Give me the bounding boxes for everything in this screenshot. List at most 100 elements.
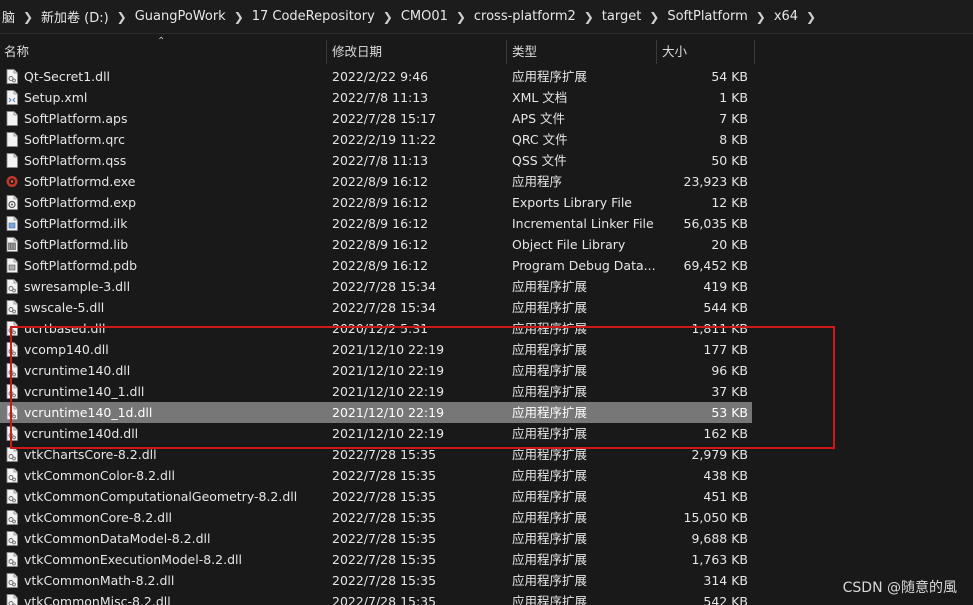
file-type: 应用程序扩展 — [512, 300, 588, 315]
dll-file-icon — [6, 342, 18, 357]
file-size: 9,688 KB — [691, 531, 748, 546]
file-row[interactable]: SoftPlatform.qss 2022/7/8 11:13 QSS 文件 50 K… — [0, 150, 973, 171]
column-header-type[interactable]: 类型 — [512, 38, 652, 66]
file-type: 应用程序扩展 — [512, 489, 588, 504]
file-row[interactable]: Qt-Secret1.dll 2022/2/22 9:46 应用程序扩展 54 KB — [0, 66, 973, 87]
file-size: 37 KB — [711, 384, 748, 399]
file-name: vcruntime140d.dll — [24, 426, 139, 441]
chevron-right-icon[interactable]: ❯ — [228, 10, 250, 24]
file-row[interactable]: SoftPlatform.qrc 2022/2/19 11:22 QRC 文件 8 K… — [0, 129, 973, 150]
breadcrumb-label: GuangPoWork — [134, 9, 226, 24]
file-row[interactable]: SoftPlatformd.exp 2022/8/9 16:12 Exports L… — [0, 192, 973, 213]
file-row[interactable]: vtkCommonComputationalGeometry-8.2.dll 20… — [0, 486, 973, 507]
chevron-right-icon[interactable]: ❯ — [750, 10, 772, 24]
file-row[interactable]: swscale-5.dll 2022/7/28 15:34 应用程序扩展 544 KB — [0, 297, 973, 318]
file-row[interactable]: vcruntime140_1.dll 2021/12/10 22:19 应用程序扩展… — [0, 381, 973, 402]
file-row[interactable]: Setup.xml 2022/7/8 11:13 XML 文档 1 KB — [0, 87, 973, 108]
file-type: Program Debug Data... — [512, 258, 656, 273]
file-row[interactable]: vtkCommonDataModel-8.2.dll 2022/7/28 15:3… — [0, 528, 973, 549]
file-row[interactable]: vtkCommonMath-8.2.dll 2022/7/28 15:35 应用程序… — [0, 570, 973, 591]
xml-file-icon — [6, 90, 18, 105]
chevron-right-icon[interactable]: ❯ — [17, 10, 39, 24]
dll-file-icon — [6, 447, 18, 462]
file-row[interactable]: vtkCommonMisc-8.2.dll 2022/7/28 15:35 应用程序… — [0, 591, 973, 605]
dll-file-icon — [6, 405, 18, 420]
file-size: 419 KB — [703, 279, 748, 294]
file-type: APS 文件 — [512, 111, 565, 126]
breadcrumb-label: 17 CodeRepository — [251, 9, 375, 24]
file-type: 应用程序扩展 — [512, 342, 588, 357]
file-row[interactable]: SoftPlatform.aps 2022/7/28 15:17 APS 文件 7 K… — [0, 108, 973, 129]
file-row[interactable]: SoftPlatformd.lib 2022/8/9 16:12 Object Fi… — [0, 234, 973, 255]
file-modified-date: 2022/7/28 15:34 — [332, 300, 437, 315]
file-type: XML 文档 — [512, 90, 568, 105]
file-row[interactable]: vcruntime140.dll 2021/12/10 22:19 应用程序扩展 96… — [0, 360, 973, 381]
file-row[interactable]: vcruntime140d.dll 2021/12/10 22:19 应用程序扩展 1… — [0, 423, 973, 444]
file-row[interactable]: vcruntime140_1d.dll 2021/12/10 22:19 应用程序扩… — [0, 402, 752, 423]
column-resize-handle[interactable] — [656, 40, 657, 64]
chevron-right-icon[interactable]: ❯ — [643, 10, 665, 24]
lib-file-icon — [6, 237, 18, 252]
column-resize-handle[interactable] — [506, 40, 507, 64]
file-size: 7 KB — [719, 111, 748, 126]
breadcrumb-item[interactable]: target — [600, 9, 644, 24]
file-row[interactable]: ucrtbased.dll 2020/12/2 5:31 应用程序扩展 1,811 K… — [0, 318, 973, 339]
file-type: 应用程序扩展 — [512, 426, 588, 441]
file-row[interactable]: swresample-3.dll 2022/7/28 15:34 应用程序扩展 419… — [0, 276, 973, 297]
breadcrumb-item[interactable]: CMO01 — [399, 9, 450, 24]
file-row[interactable]: vcomp140.dll 2021/12/10 22:19 应用程序扩展 177 KB — [0, 339, 973, 360]
file-explorer-window: 脑 ❯ 新加卷 (D:) ❯ GuangPoWork ❯ 17 CodeRepo… — [0, 0, 973, 605]
file-name: Qt-Secret1.dll — [24, 69, 111, 84]
column-resize-handle[interactable] — [326, 40, 327, 64]
file-size: 438 KB — [703, 468, 748, 483]
breadcrumb-item[interactable]: 脑 — [0, 7, 17, 26]
breadcrumb-item[interactable]: x64 — [772, 9, 800, 24]
chevron-right-icon[interactable]: ❯ — [578, 10, 600, 24]
file-type: 应用程序扩展 — [512, 531, 588, 546]
file-size: 8 KB — [719, 132, 748, 147]
file-name: vtkCommonColor-8.2.dll — [24, 468, 175, 483]
breadcrumb-label: SoftPlatform — [667, 9, 748, 24]
dll-file-icon — [6, 573, 18, 588]
column-resize-handle[interactable] — [754, 40, 755, 64]
chevron-right-icon[interactable]: ❯ — [450, 10, 472, 24]
file-type: Exports Library File — [512, 195, 633, 210]
chevron-right-icon[interactable]: ❯ — [377, 10, 399, 24]
dll-file-icon — [6, 384, 18, 399]
file-name: SoftPlatform.qss — [24, 153, 127, 168]
chevron-right-icon[interactable]: ❯ — [800, 10, 822, 24]
file-row[interactable]: vtkCommonColor-8.2.dll 2022/7/28 15:35 应用程… — [0, 465, 973, 486]
sort-ascending-icon: ⌃ — [157, 36, 166, 47]
file-row[interactable]: vtkCommonCore-8.2.dll 2022/7/28 15:35 应用程序… — [0, 507, 973, 528]
file-name: SoftPlatformd.exp — [24, 195, 137, 210]
breadcrumb-item[interactable]: 新加卷 (D:) — [39, 7, 111, 26]
column-header-size[interactable]: 大小 — [662, 38, 752, 66]
dll-file-icon — [6, 594, 18, 605]
file-row[interactable]: SoftPlatformd.ilk 2022/8/9 16:12 Increment… — [0, 213, 973, 234]
file-row[interactable]: SoftPlatformd.exe 2022/8/9 16:12 应用程序 23,92… — [0, 171, 973, 192]
file-modified-date: 2021/12/10 22:19 — [332, 384, 445, 399]
breadcrumb-label: 脑 — [2, 11, 16, 26]
file-name: SoftPlatformd.exe — [24, 174, 136, 189]
file-type: QSS 文件 — [512, 153, 567, 168]
file-modified-date: 2022/7/28 15:35 — [332, 510, 437, 525]
file-row[interactable]: vtkChartsCore-8.2.dll 2022/7/28 15:35 应用程序… — [0, 444, 973, 465]
file-size: 451 KB — [703, 489, 748, 504]
generic-file-icon — [6, 111, 18, 126]
breadcrumb-item[interactable]: cross-platform2 — [472, 9, 578, 24]
file-type: Object File Library — [512, 237, 626, 252]
chevron-right-icon[interactable]: ❯ — [111, 10, 133, 24]
file-type: 应用程序扩展 — [512, 405, 588, 420]
file-row[interactable]: vtkCommonExecutionModel-8.2.dll 2022/7/28… — [0, 549, 973, 570]
breadcrumb-item[interactable]: GuangPoWork — [133, 9, 228, 24]
file-modified-date: 2021/12/10 22:19 — [332, 426, 445, 441]
file-size: 20 KB — [711, 237, 748, 252]
breadcrumb-item[interactable]: SoftPlatform — [665, 9, 749, 24]
dll-file-icon — [6, 69, 18, 84]
column-header-date[interactable]: 修改日期 — [332, 38, 502, 66]
file-name: vtkCommonDataModel-8.2.dll — [24, 531, 211, 546]
file-type: 应用程序扩展 — [512, 447, 588, 462]
breadcrumb-item[interactable]: 17 CodeRepository — [250, 9, 377, 24]
file-row[interactable]: SoftPlatformd.pdb 2022/8/9 16:12 Program D… — [0, 255, 973, 276]
file-type: 应用程序扩展 — [512, 510, 588, 525]
